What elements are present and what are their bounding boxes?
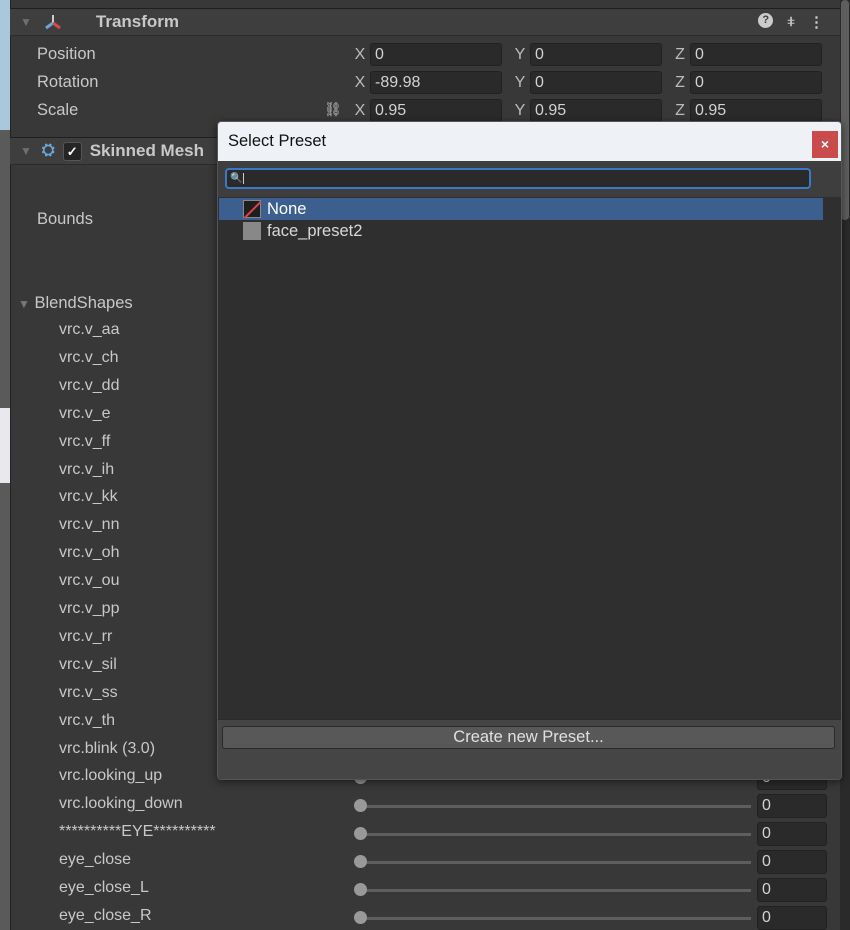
position-y-field[interactable]: 0 (530, 43, 662, 66)
position-label: Position (37, 45, 96, 63)
transform-icon (45, 15, 61, 30)
preset-item-face-preset2[interactable]: face_preset2 (219, 220, 823, 242)
axis-label-y: Y (514, 45, 526, 63)
transform-header[interactable]: ▼ Transform ? ⧧ ⋮ (10, 8, 840, 36)
blendshape-label: vrc.v_th (59, 711, 116, 729)
none-icon (243, 200, 261, 218)
preset-file-icon (243, 222, 261, 240)
blendshape-value-field[interactable]: 0 (757, 905, 827, 930)
skinned-mesh-title: Skinned Mesh (89, 141, 205, 160)
blendshape-label: vrc.v_ch (59, 348, 119, 366)
blendshape-label: vrc.v_ff (59, 432, 111, 450)
blendshape-label: eye_close_R (59, 906, 152, 924)
blendshape-label: eye_close (59, 851, 132, 869)
blendshape-value-field[interactable]: 0 (757, 878, 827, 902)
help-icon[interactable]: ? (758, 13, 774, 28)
axis-label-x: X (354, 45, 366, 63)
axis-label-z: Z (675, 101, 685, 119)
scale-x-field[interactable]: 0.95 (370, 99, 502, 122)
search-input[interactable]: 🔍 (225, 168, 811, 189)
blendshape-slider[interactable] (354, 827, 751, 841)
blendshape-label: **********EYE********** (59, 823, 216, 841)
rotation-label: Rotation (37, 73, 99, 91)
collapse-triangle-icon[interactable]: ▼ (20, 144, 32, 158)
axis-label-z: Z (675, 45, 685, 63)
axis-label-z: Z (675, 73, 685, 91)
more-icon[interactable]: ⋮ (809, 13, 824, 31)
blendshapes-foldout[interactable]: ▼ BlendShapes (18, 294, 133, 313)
blendshape-label: vrc.looking_down (59, 795, 183, 813)
blendshape-label: eye_close_L (59, 879, 149, 896)
search-icon: 🔍 (230, 173, 244, 184)
scale-y-field[interactable]: 0.95 (530, 99, 662, 122)
bounds-label: Bounds (37, 210, 93, 228)
dialog-title: Select Preset (228, 132, 327, 150)
blendshape-label: vrc.v_ih (59, 460, 115, 478)
scale-z-field[interactable]: 0.95 (690, 99, 822, 122)
scale-label: Scale (37, 101, 79, 119)
blendshape-value-field[interactable]: 0 (757, 794, 827, 819)
blendshape-label: vrc.looking_up (59, 767, 163, 785)
select-preset-dialog: Select Preset × 🔍 None face_preset2 Crea… (217, 121, 842, 780)
blendshape-label: vrc.v_e (59, 404, 111, 422)
axis-label-x: X (354, 101, 366, 119)
slider-knob[interactable] (354, 799, 367, 813)
slider-knob[interactable] (354, 855, 367, 869)
blendshape-value-field[interactable]: 0 (757, 822, 827, 847)
blendshape-slider[interactable] (354, 799, 751, 813)
blendshape-label: vrc.v_aa (59, 321, 120, 338)
scene-view-edge (0, 0, 10, 930)
blendshape-label: vrc.v_dd (59, 376, 120, 394)
transform-title: Transform (95, 12, 180, 31)
rotation-x-field[interactable]: -89.98 (370, 71, 502, 94)
item-label: face_preset2 (267, 221, 363, 240)
position-z-field[interactable]: 0 (690, 43, 822, 66)
preset-icon[interactable]: ⧧ (787, 13, 795, 31)
rotation-y-field[interactable]: 0 (530, 71, 662, 94)
blendshape-label: vrc.v_ss (59, 683, 118, 701)
blendshapes-label: BlendShapes (34, 294, 133, 312)
item-label: None (267, 199, 307, 218)
enabled-checkbox[interactable]: ✓ (62, 141, 82, 161)
axis-label-y: Y (514, 101, 526, 119)
create-new-preset-button[interactable]: Create new Preset... (222, 726, 835, 749)
constrain-proportions-link-icon[interactable]: ⛓ (324, 101, 342, 118)
slider-knob[interactable] (354, 827, 367, 841)
blendshape-value-field[interactable]: 0 (757, 850, 827, 875)
close-button[interactable]: × (812, 131, 838, 158)
preset-item-none[interactable]: None (219, 198, 823, 220)
blendshape-label: vrc.v_rr (59, 627, 113, 645)
blendshape-label: vrc.blink (3.0) (59, 739, 156, 757)
blendshape-label: vrc.v_sil (59, 655, 117, 673)
blendshape-label: vrc.v_kk (59, 488, 118, 506)
blendshape-slider[interactable] (354, 855, 751, 869)
blendshape-slider[interactable] (354, 883, 751, 897)
axis-label-y: Y (514, 73, 526, 91)
collapse-triangle-icon[interactable]: ▼ (20, 15, 32, 29)
axis-label-x: X (354, 73, 366, 91)
blendshape-slider[interactable] (354, 910, 751, 925)
position-x-field[interactable]: 0 (370, 43, 502, 66)
rotation-z-field[interactable]: 0 (690, 71, 822, 94)
blendshape-label: vrc.v_nn (59, 516, 120, 534)
slider-knob[interactable] (354, 883, 367, 896)
skinned-mesh-icon: ⛭ (41, 142, 55, 159)
blendshape-label: vrc.v_pp (59, 600, 120, 617)
blendshape-label: vrc.v_ou (59, 572, 120, 590)
blendshape-label: vrc.v_oh (59, 544, 120, 562)
slider-knob[interactable] (354, 910, 367, 924)
